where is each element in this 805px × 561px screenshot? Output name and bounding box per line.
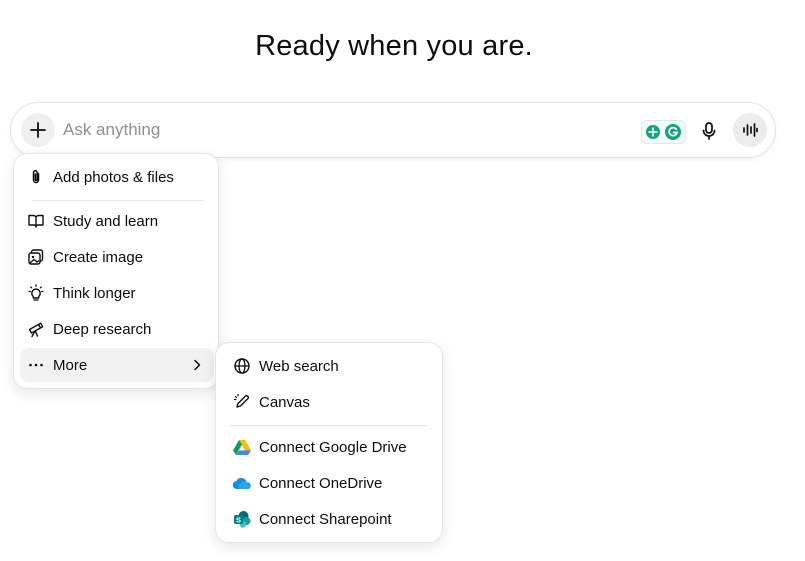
menu-divider bbox=[32, 200, 204, 201]
google-drive-icon bbox=[232, 437, 252, 457]
menu-item-label: Connect OneDrive bbox=[259, 474, 383, 492]
image-icon bbox=[26, 247, 46, 267]
paperclip-icon bbox=[26, 167, 46, 187]
menu-item-study-and-learn[interactable]: Study and learn bbox=[26, 204, 208, 238]
menu-item-connect-google-drive[interactable]: Connect Google Drive bbox=[232, 430, 432, 464]
waveform-icon bbox=[743, 123, 758, 137]
menu-item-connect-sharepoint[interactable]: S Connect Sharepoint bbox=[232, 502, 432, 536]
onedrive-icon bbox=[232, 473, 252, 493]
menu-item-label: Add photos & files bbox=[53, 168, 174, 186]
page-title: Ready when you are. bbox=[255, 30, 533, 62]
globe-icon bbox=[232, 356, 252, 376]
menu-item-label: Web search bbox=[259, 357, 339, 375]
attach-menu: Add photos & files Study and learn Creat… bbox=[13, 153, 219, 389]
dictate-button[interactable] bbox=[695, 117, 723, 145]
menu-item-deep-research[interactable]: Deep research bbox=[26, 312, 208, 346]
menu-item-more[interactable]: More bbox=[20, 348, 214, 382]
menu-item-label: Create image bbox=[53, 248, 144, 266]
grammarly-extension-button[interactable] bbox=[641, 120, 686, 144]
menu-item-connect-onedrive[interactable]: Connect OneDrive bbox=[232, 466, 432, 500]
more-submenu: Web search Canvas Connect Google Drive C… bbox=[215, 342, 443, 543]
prompt-composer bbox=[10, 102, 776, 158]
menu-item-label: Study and learn bbox=[53, 212, 159, 230]
grammarly-icon bbox=[665, 124, 681, 140]
telescope-icon bbox=[26, 319, 46, 339]
menu-item-add-photos-files[interactable]: Add photos & files bbox=[26, 160, 208, 194]
menu-divider bbox=[230, 425, 428, 426]
lightbulb-icon bbox=[26, 283, 46, 303]
page: Ready when you are. Ask anything Add pho… bbox=[0, 0, 805, 561]
menu-item-think-longer[interactable]: Think longer bbox=[26, 276, 208, 310]
menu-item-label: Connect Sharepoint bbox=[259, 510, 392, 528]
microphone-icon bbox=[702, 122, 716, 140]
book-icon bbox=[26, 211, 46, 231]
chevron-right-icon bbox=[194, 359, 201, 371]
menu-item-canvas[interactable]: Canvas bbox=[232, 385, 432, 419]
menu-item-create-image[interactable]: Create image bbox=[26, 240, 208, 274]
menu-item-label: Think longer bbox=[53, 284, 136, 302]
menu-item-web-search[interactable]: Web search bbox=[232, 349, 432, 383]
menu-item-label: Connect Google Drive bbox=[259, 438, 407, 456]
prompt-input[interactable] bbox=[63, 117, 623, 143]
svg-text:S: S bbox=[236, 515, 241, 524]
pen-icon bbox=[232, 392, 252, 412]
sharepoint-icon: S bbox=[232, 509, 252, 529]
menu-item-label: Canvas bbox=[259, 393, 310, 411]
voice-mode-button[interactable] bbox=[733, 113, 767, 147]
plus-icon bbox=[30, 122, 46, 138]
sparkle-bulb-icon bbox=[646, 125, 660, 139]
menu-item-label: Deep research bbox=[53, 320, 152, 338]
attach-plus-button[interactable] bbox=[21, 113, 55, 147]
ellipsis-icon bbox=[26, 355, 46, 375]
menu-item-label: More bbox=[53, 356, 88, 374]
